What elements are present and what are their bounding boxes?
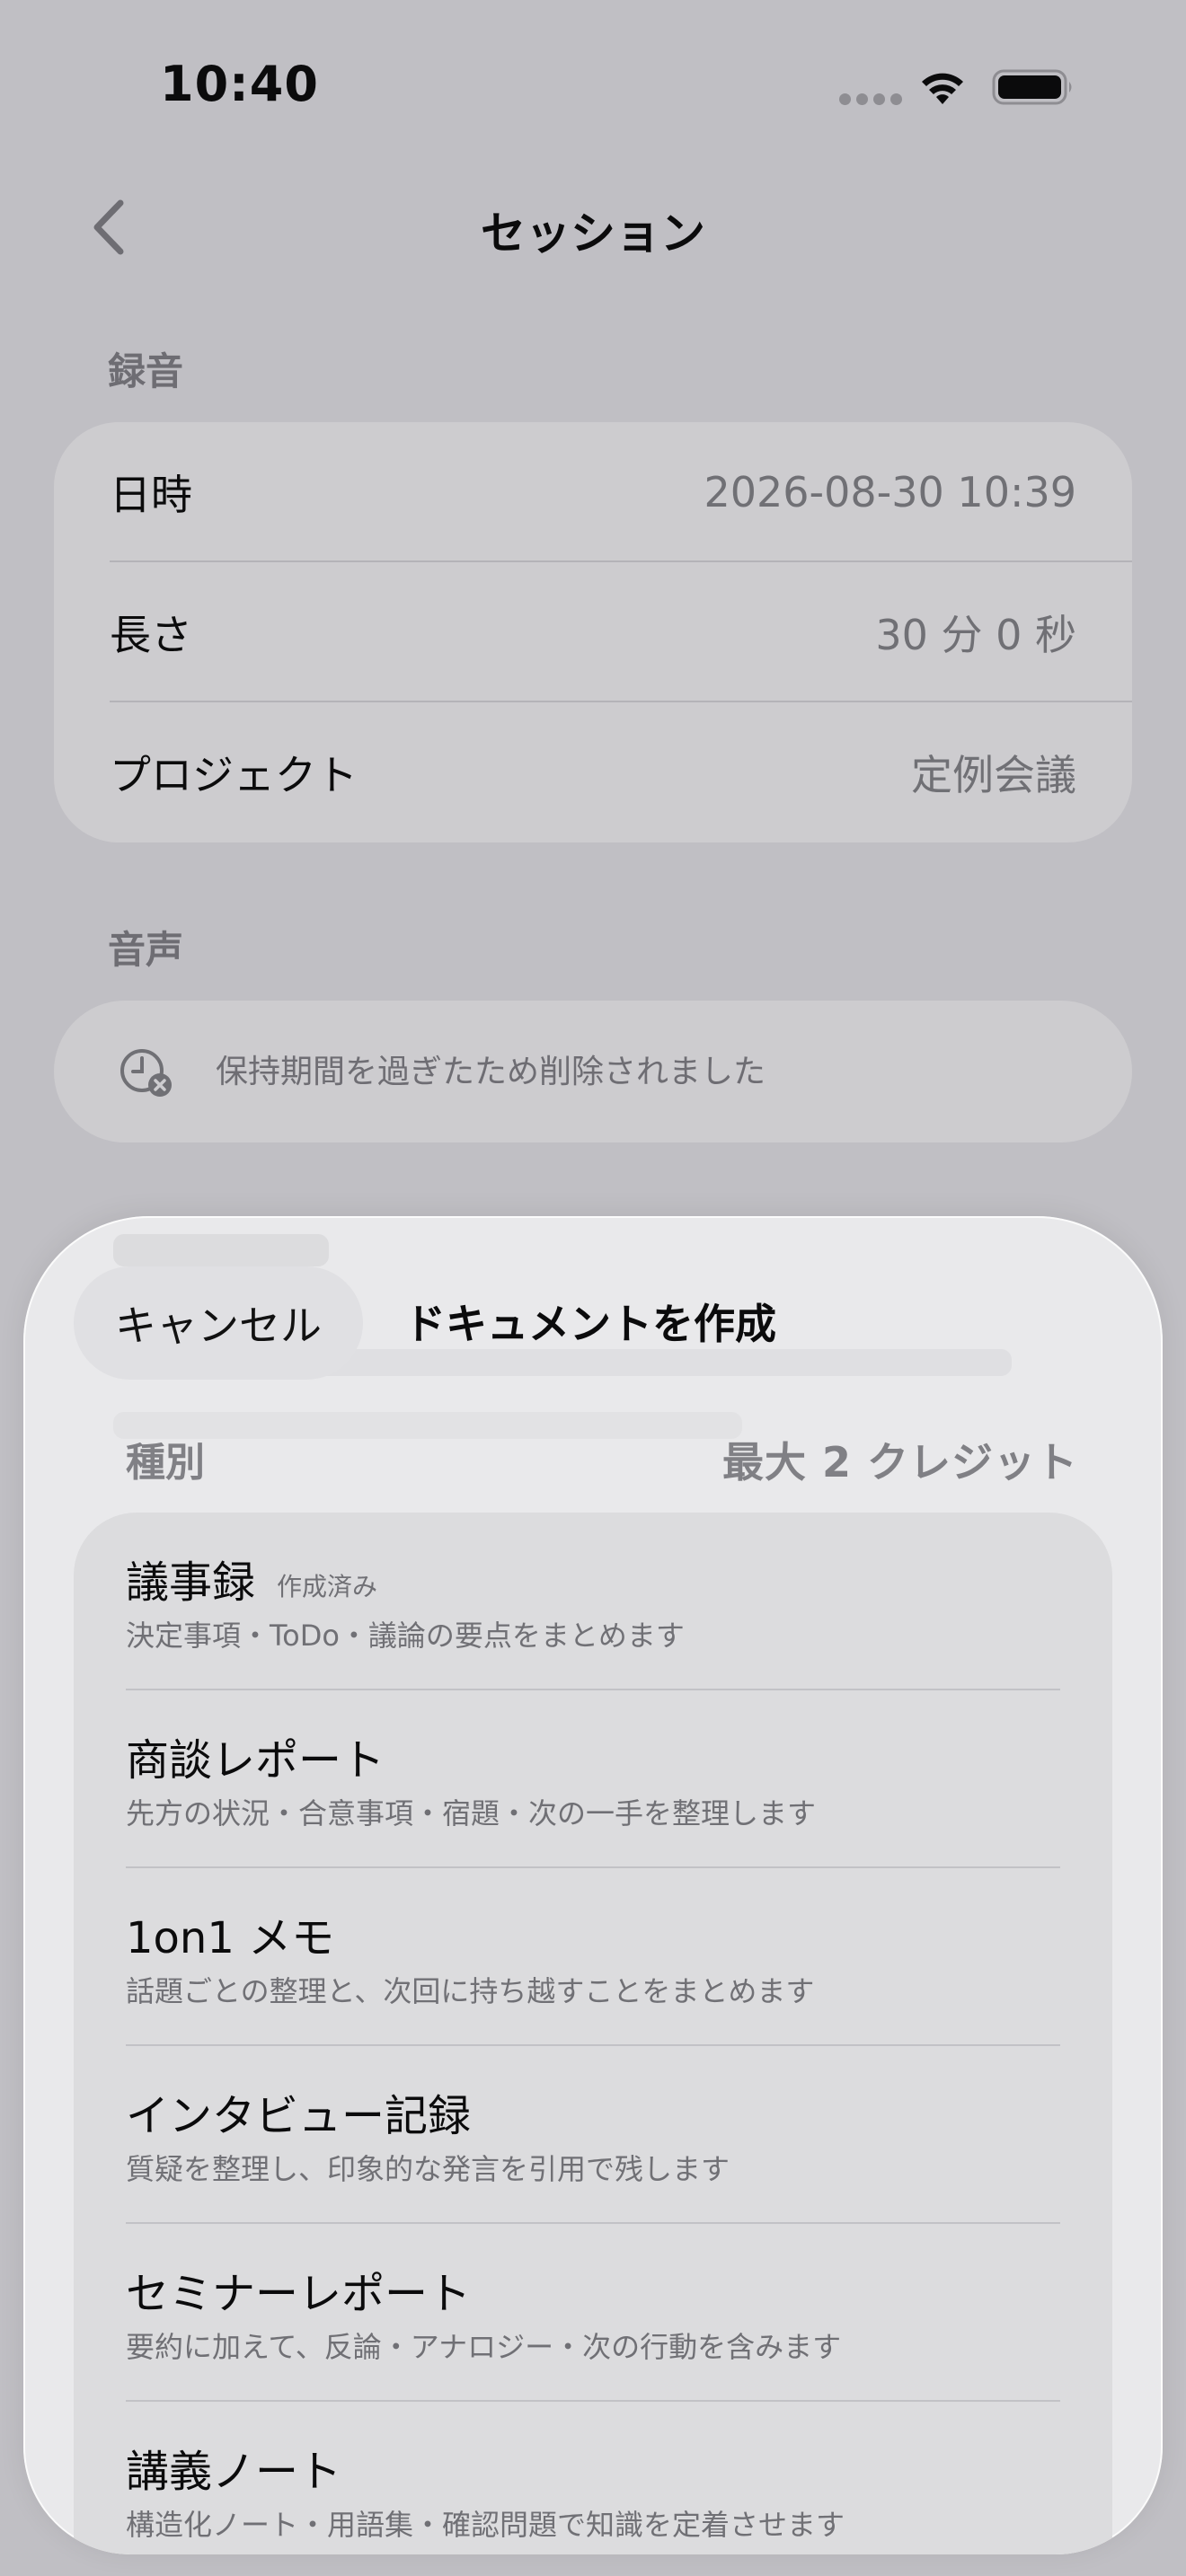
page-title: セッション: [481, 207, 705, 260]
list-item-interview[interactable]: インタビュー記録 質疑を整理し、印象的な発言を引用で残します: [126, 2046, 1060, 2224]
project-row[interactable]: プロジェクト 定例会議: [110, 702, 1076, 842]
background-blur: [113, 1412, 742, 1439]
list-item-1on1-memo[interactable]: 1on1 メモ 話題ごとの整理と、次回に持ち越すことをまとめます: [126, 1868, 1060, 2046]
item-title: 議事録: [126, 1557, 256, 1608]
list-item-seminar-report[interactable]: セミナーレポート 要約に加えて、反論・アナロジー・次の行動を含みます: [126, 2224, 1060, 2402]
created-badge: 作成済み: [277, 1572, 378, 1601]
recording-card: 日時 2026-08-30 10:39 長さ 30 分 0 秒 プロジェクト 定…: [54, 422, 1132, 842]
project-value: 定例会議: [911, 751, 1076, 799]
date-row: 日時 2026-08-30 10:39: [110, 422, 1076, 562]
list-item-sales-report[interactable]: 商談レポート 先方の状況・合意事項・宿題・次の一手を整理します: [126, 1690, 1060, 1868]
length-row: 長さ 30 分 0 秒: [110, 562, 1076, 702]
item-title: セミナーレポート: [126, 2269, 472, 2319]
audio-status-row: 保持期間を過ぎたため削除されました: [54, 1001, 1132, 1142]
cellular-signal-icon: [839, 93, 902, 106]
item-description: 質疑を整理し、印象的な発言を引用で残します: [126, 2152, 730, 2186]
battery-icon: [992, 69, 1072, 105]
credit-label: 最大 2 クレジット: [721, 1438, 1078, 1486]
sheet-title: ドキュメントを作成: [404, 1300, 776, 1348]
status-time: 10:40: [160, 56, 319, 112]
list-item-lecture-notes[interactable]: 講義ノート 構造化ノート・用語集・確認問題で知識を定着させます: [126, 2402, 1060, 2554]
list-item-minutes[interactable]: 議事録 作成済み 決定事項・ToDo・議論の要点をまとめます: [126, 1513, 1060, 1690]
kind-section-label: 種別: [126, 1440, 205, 1486]
background-blur: [113, 1234, 329, 1266]
item-title: 1on1 メモ: [126, 1913, 335, 1963]
length-value: 30 分 0 秒: [875, 611, 1076, 659]
recording-section-header: 録音: [108, 349, 184, 393]
clock-deleted-icon: [120, 1049, 172, 1097]
cancel-button[interactable]: キャンセル: [74, 1266, 363, 1380]
audio-section-header: 音声: [108, 928, 184, 972]
document-type-list: 議事録 作成済み 決定事項・ToDo・議論の要点をまとめます 商談レポート 先方の…: [74, 1513, 1112, 2554]
wifi-icon: [922, 73, 963, 104]
item-title: 商談レポート: [126, 1735, 385, 1786]
create-document-sheet: キャンセル ドキュメントを作成 種別 最大 2 クレジット 議事録 作成済み 決定…: [23, 1216, 1163, 2554]
item-description: 話題ごとの整理と、次回に持ち越すことをまとめます: [126, 1974, 815, 2008]
item-description: 決定事項・ToDo・議論の要点をまとめます: [126, 1619, 685, 1653]
audio-deleted-message: 保持期間を過ぎたため削除されました: [216, 1054, 766, 1090]
date-value: 2026-08-30 10:39: [704, 468, 1076, 516]
item-title: 講義ノート: [126, 2447, 342, 2497]
item-description: 構造化ノート・用語集・確認問題で知識を定着させます: [126, 2508, 845, 2542]
item-title: インタビュー記録: [126, 2091, 472, 2141]
date-label: 日時: [110, 471, 192, 519]
length-label: 長さ: [110, 611, 192, 659]
item-description: 要約に加えて、反論・アナロジー・次の行動を含みます: [126, 2330, 842, 2364]
item-description: 先方の状況・合意事項・宿題・次の一手を整理します: [126, 1796, 817, 1831]
project-label: プロジェクト: [110, 751, 358, 799]
